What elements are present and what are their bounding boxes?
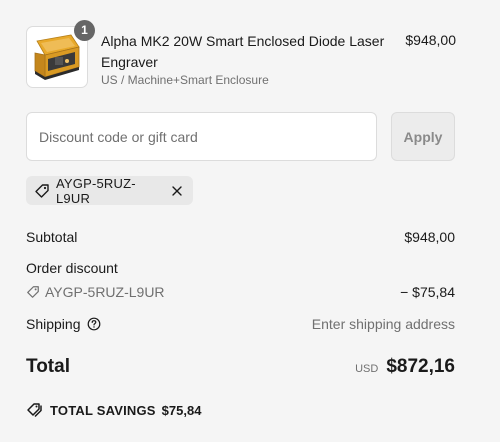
help-icon[interactable] [87, 317, 101, 331]
total-currency: USD [355, 363, 379, 375]
total-savings: TOTAL SAVINGS $75,84 [26, 402, 201, 418]
product-price: $948,00 [405, 32, 456, 48]
applied-discount-code: AYGP-5RUZ-L9UR [56, 175, 136, 206]
total-value: $872,16 [386, 356, 455, 377]
product-title: Alpha MK2 20W Smart Enclosed Diode Laser… [101, 33, 385, 70]
order-discount-row: Order discount [26, 260, 455, 278]
subtotal-row: Subtotal $948,00 [26, 229, 455, 247]
order-discount-value: − $75,84 [400, 284, 455, 300]
order-discount-code: AYGP-5RUZ-L9UR [45, 284, 165, 300]
order-discount-code-row: AYGP-5RUZ-L9UR − $75,84 [26, 284, 455, 302]
savings-tag-icon [26, 402, 44, 418]
laser-engraver-product-image [34, 34, 80, 80]
apply-button[interactable]: Apply [391, 112, 455, 161]
product-variant: US / Machine+Smart Enclosure [101, 73, 269, 87]
remove-discount-icon[interactable] [169, 183, 185, 199]
quantity-badge: 1 [74, 20, 95, 41]
total-savings-value: $75,84 [161, 402, 202, 418]
total-label: Total [26, 356, 70, 377]
total-amount: USD $872,16 [355, 356, 455, 378]
order-discount-label: Order discount [26, 260, 118, 276]
tag-icon [34, 183, 50, 199]
subtotal-label: Subtotal [26, 229, 78, 245]
subtotal-value: $948,00 [404, 229, 455, 245]
shipping-value: Enter shipping address [311, 316, 455, 332]
total-savings-label: TOTAL SAVINGS [50, 402, 156, 418]
shipping-label: Shipping [26, 316, 81, 332]
applied-discount-chip: AYGP-5RUZ-L9UR [26, 175, 193, 206]
shipping-row: Shipping Enter shipping address [26, 316, 455, 334]
discount-code-input[interactable] [26, 112, 377, 161]
tag-icon [26, 285, 40, 299]
line-item: 1 Alpha MK2 20W Smart Enclosed Diode Las… [26, 20, 456, 90]
